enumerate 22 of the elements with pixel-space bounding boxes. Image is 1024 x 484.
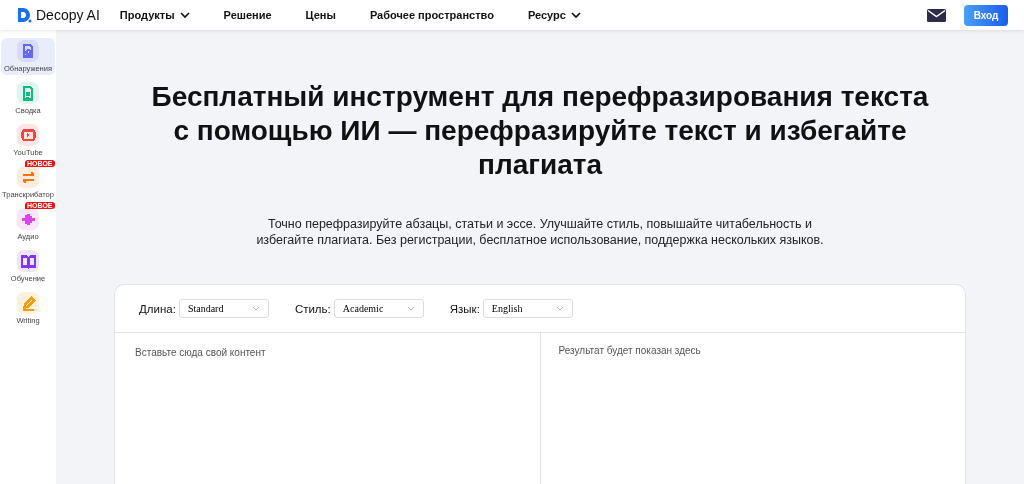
login-button[interactable]: Вход — [964, 4, 1008, 26]
page-title: Бесплатный инструмент для перефразирования текста с помощью ИИ — перефразируйте текст и избегайте плагиата — [150, 80, 930, 182]
nav-link[interactable]: Решение — [223, 9, 272, 21]
option-label: Стиль: — [294, 302, 331, 315]
chevron-down-icon — [555, 306, 564, 311]
option-label: Длина: — [139, 302, 176, 315]
nav-link[interactable]: Цены — [305, 9, 336, 21]
mail-icon[interactable] — [927, 8, 946, 22]
logo-icon — [16, 7, 32, 23]
logo-text: Decopy AI — [36, 7, 100, 23]
chevron-down-icon — [251, 306, 260, 311]
option-dropdown[interactable]: English — [482, 299, 573, 318]
nav-link[interactable]: Ресурс — [527, 9, 581, 21]
option-dropdown[interactable]: Academic — [333, 299, 424, 318]
option-dropdown[interactable]: Standard — [178, 299, 269, 318]
nav-link[interactable]: Рабочее пространство — [369, 9, 494, 21]
chevron-down-icon — [406, 306, 415, 311]
nav-link[interactable]: Продукты — [119, 9, 190, 21]
option-label: Язык: — [449, 302, 480, 315]
page-subtitle: Точно перефразируйте абзацы, статьи и эссе. Улучшайте стиль, повышайте читабельность и избегайте плагиата. Без регистрации, бесплатное использование, поддержка нескольких языков. — [255, 216, 825, 248]
input-textarea[interactable]: Вставьте сюда свой контент — [133, 345, 526, 476]
output-field: Результат будет показан здесь — [539, 333, 965, 484]
